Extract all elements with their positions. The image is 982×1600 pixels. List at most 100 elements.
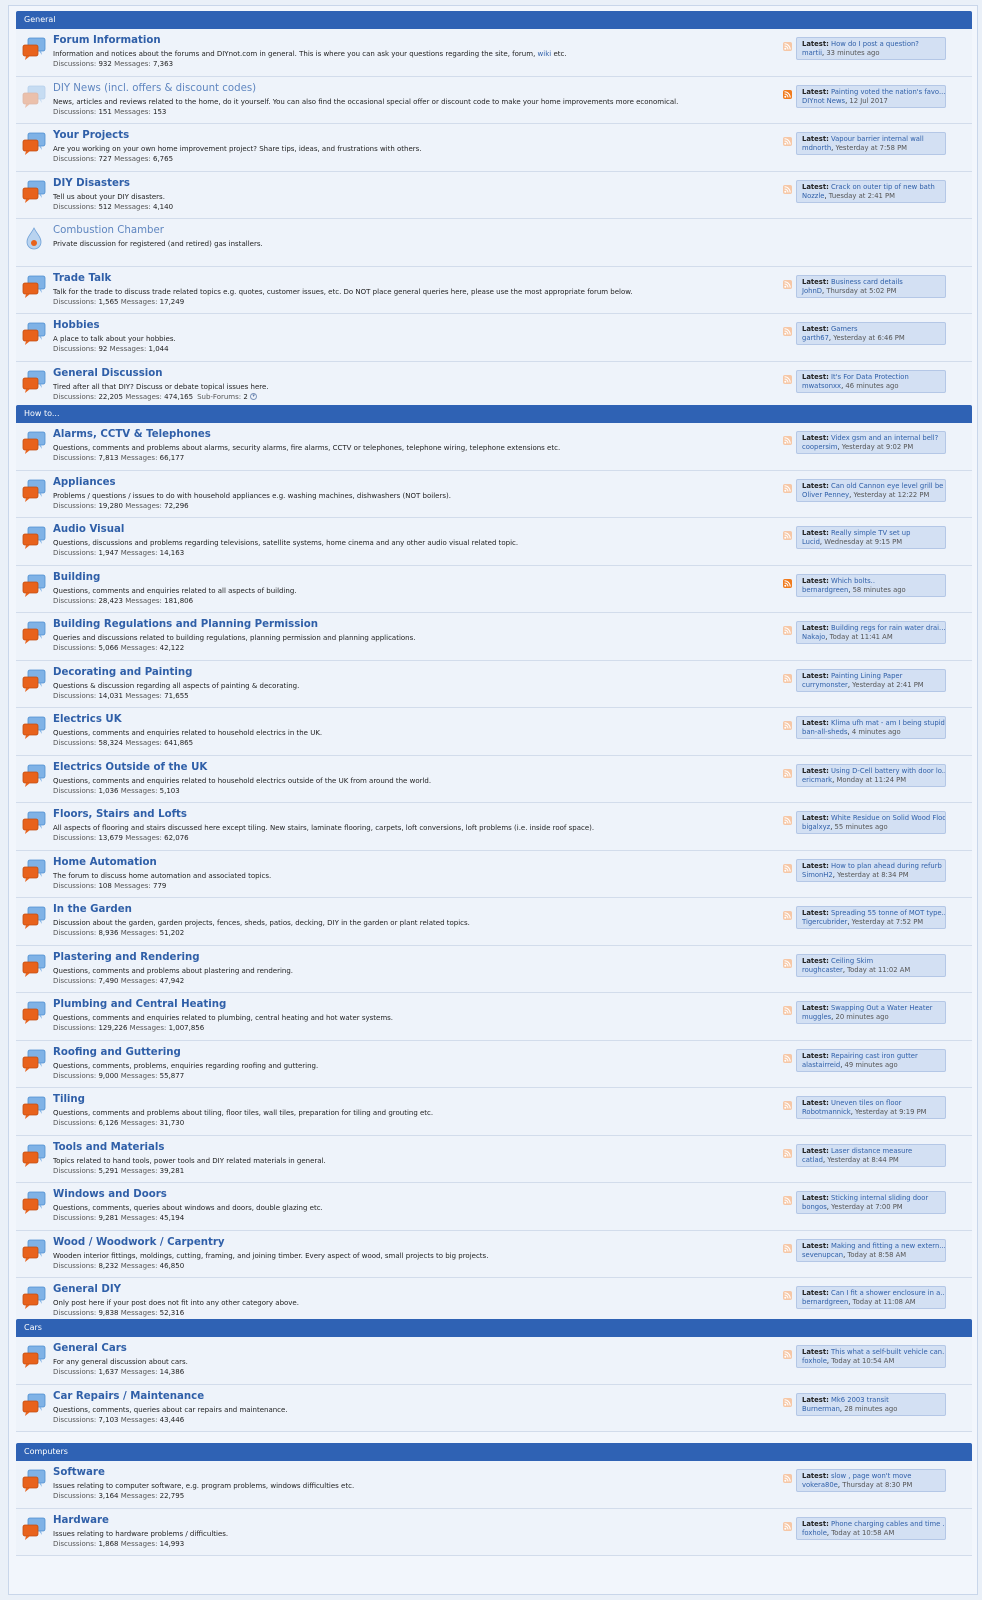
latest-user-link[interactable]: bernardgreen (802, 1298, 848, 1306)
forum-title-link[interactable]: General Discussion (53, 368, 163, 379)
latest-thread-link[interactable]: Spreading 55 tonne of MOT type... (831, 909, 945, 917)
latest-user-link[interactable]: vokera80e (802, 1481, 838, 1489)
latest-user-link[interactable]: Nozzle (802, 192, 824, 200)
rss-feed-icon[interactable] (783, 1291, 792, 1300)
rss-feed-icon[interactable] (783, 1521, 792, 1531)
latest-thread-link[interactable]: Uneven tiles on floor (831, 1099, 901, 1107)
latest-user-link[interactable]: foxhole (802, 1529, 827, 1537)
latest-thread-link[interactable]: Painting Lining Paper (831, 672, 902, 680)
latest-user-link[interactable]: Burnerman (802, 1405, 840, 1413)
rss-feed-icon[interactable] (783, 1148, 792, 1158)
rss-feed-icon[interactable] (783, 483, 792, 493)
rss-feed-icon[interactable] (783, 958, 792, 968)
forum-title-link[interactable]: Tiling (53, 1094, 85, 1105)
forum-title-link[interactable]: In the Garden (53, 904, 132, 915)
latest-thread-link[interactable]: It's For Data Protection (831, 373, 909, 381)
latest-user-link[interactable]: Robotmannick (802, 1108, 851, 1116)
latest-user-link[interactable]: Nakajo (802, 633, 825, 641)
latest-user-link[interactable]: bernardgreen (802, 586, 848, 594)
rss-feed-icon[interactable] (783, 184, 792, 194)
latest-thread-link[interactable]: Repairing cast iron gutter (831, 1052, 918, 1060)
latest-user-link[interactable]: DIYnot News (802, 97, 845, 105)
latest-user-link[interactable]: JohnD (802, 287, 822, 295)
rss-feed-icon[interactable] (783, 1196, 792, 1205)
latest-thread-link[interactable]: Painting voted the nation's favo... (831, 88, 945, 96)
latest-thread-link[interactable]: White Residue on Solid Wood Floor (831, 814, 945, 822)
rss-feed-icon[interactable] (783, 626, 792, 635)
category-header[interactable]: General (16, 11, 972, 29)
forum-title-link[interactable]: General DIY (53, 1284, 121, 1295)
latest-user-link[interactable]: sevenupcan (802, 1251, 843, 1259)
forum-title-link[interactable]: Car Repairs / Maintenance (53, 1391, 204, 1402)
subforums-toggle[interactable]: Sub-Forums: 2 ▾ (197, 393, 258, 401)
latest-user-link[interactable]: Oliver Penney (802, 491, 849, 499)
forum-title-link[interactable]: DIY News (incl. offers & discount codes) (53, 83, 256, 94)
latest-user-link[interactable]: alastairreid (802, 1061, 840, 1069)
latest-user-link[interactable]: ban-all-sheds (802, 728, 848, 736)
latest-thread-link[interactable]: slow , page won't move (831, 1472, 911, 1480)
latest-user-link[interactable]: bigalxyz (802, 823, 830, 831)
latest-thread-link[interactable]: Swapping Out a Water Heater (831, 1004, 933, 1012)
rss-feed-icon[interactable] (783, 279, 792, 289)
rss-feed-icon[interactable] (783, 374, 792, 384)
latest-thread-link[interactable]: Phone charging cables and time ... (831, 1520, 945, 1528)
rss-feed-icon[interactable] (783, 1350, 792, 1359)
latest-user-link[interactable]: muggles (802, 1013, 831, 1021)
forum-title-link[interactable]: Audio Visual (53, 524, 124, 535)
rss-feed-icon[interactable] (783, 42, 792, 51)
latest-thread-link[interactable]: Vapour barrier internal wall (831, 135, 924, 143)
rss-feed-icon[interactable] (783, 816, 792, 825)
rss-feed-icon[interactable] (783, 721, 792, 730)
latest-user-link[interactable]: coopersim (802, 443, 837, 451)
category-header[interactable]: Computers (16, 1443, 972, 1461)
forum-title-link[interactable]: Appliances (53, 477, 116, 488)
forum-title-link[interactable]: Home Automation (53, 857, 157, 868)
category-header[interactable]: Cars (16, 1319, 972, 1337)
chevron-down-icon[interactable]: ▾ (250, 393, 258, 400)
latest-user-link[interactable]: mwatsonxx (802, 382, 841, 390)
category-header[interactable]: How to... (16, 405, 972, 423)
latest-user-link[interactable]: roughcaster (802, 966, 843, 974)
forum-title-link[interactable]: Windows and Doors (53, 1189, 167, 1200)
latest-user-link[interactable]: Tigercubrider (802, 918, 847, 926)
latest-thread-link[interactable]: Business card details (831, 278, 903, 286)
latest-thread-link[interactable]: Ceiling Skim (831, 957, 873, 965)
forum-title-link[interactable]: Wood / Woodwork / Carpentry (53, 1237, 225, 1248)
rss-feed-icon[interactable] (783, 1243, 792, 1253)
latest-user-link[interactable]: SimonH2 (802, 871, 833, 879)
latest-thread-link[interactable]: Gamers (831, 325, 858, 333)
forum-title-link[interactable]: Your Projects (53, 130, 129, 141)
forum-title-link[interactable]: Trade Talk (53, 273, 111, 284)
rss-feed-icon[interactable] (783, 327, 792, 336)
rss-feed-icon[interactable] (783, 1474, 792, 1483)
latest-user-link[interactable]: bongos (802, 1203, 827, 1211)
latest-thread-link[interactable]: Really simple TV set up (831, 529, 910, 537)
forum-title-link[interactable]: Tools and Materials (53, 1142, 164, 1153)
forum-title-link[interactable]: Floors, Stairs and Lofts (53, 809, 187, 820)
forum-title-link[interactable]: Plumbing and Central Heating (53, 999, 226, 1010)
forum-title-link[interactable]: Building Regulations and Planning Permis… (53, 619, 318, 630)
rss-feed-icon[interactable] (783, 1101, 792, 1110)
forum-title-link[interactable]: Roofing and Guttering (53, 1047, 181, 1058)
rss-feed-icon[interactable] (783, 578, 792, 588)
forum-title-link[interactable]: DIY Disasters (53, 178, 130, 189)
wiki-link[interactable]: wiki (538, 50, 552, 58)
forum-title-link[interactable]: Combustion Chamber (53, 225, 164, 236)
forum-title-link[interactable]: Building (53, 572, 100, 583)
forum-title-link[interactable]: Plastering and Rendering (53, 952, 200, 963)
latest-user-link[interactable]: mdnorth (802, 144, 831, 152)
latest-user-link[interactable]: currymonster (802, 681, 848, 689)
rss-feed-icon[interactable] (783, 1053, 792, 1063)
latest-user-link[interactable]: Lucid (802, 538, 820, 546)
latest-thread-link[interactable]: Building regs for rain water drai... (831, 624, 945, 632)
forum-title-link[interactable]: Alarms, CCTV & Telephones (53, 429, 211, 440)
latest-thread-link[interactable]: Crack on outer tip of new bath (831, 183, 935, 191)
latest-thread-link[interactable]: Laser distance measure (831, 1147, 912, 1155)
latest-thread-link[interactable]: Which bolts.. (831, 577, 875, 585)
latest-user-link[interactable]: ericmark (802, 776, 832, 784)
forum-title-link[interactable]: Electrics Outside of the UK (53, 762, 207, 773)
latest-thread-link[interactable]: Videx gsm and an internal bell? (831, 434, 938, 442)
forum-title-link[interactable]: Hardware (53, 1515, 109, 1526)
latest-user-link[interactable]: catlad (802, 1156, 823, 1164)
latest-thread-link[interactable]: Klima ufh mat - am I being stupid... (831, 719, 945, 727)
